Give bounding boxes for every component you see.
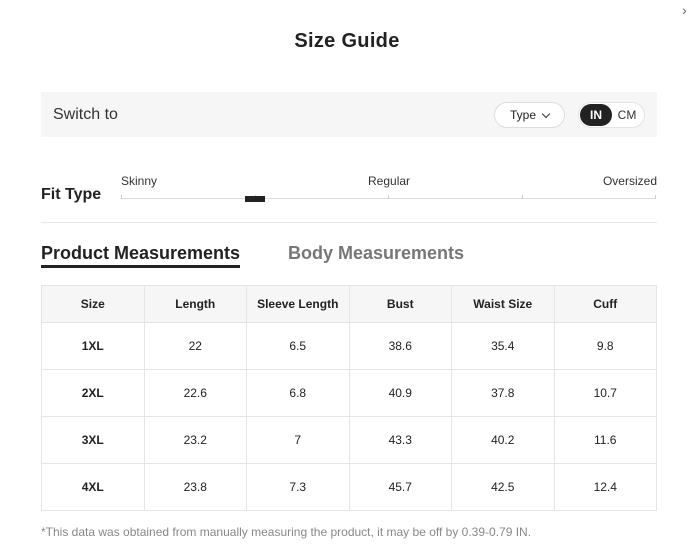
fit-indicator xyxy=(245,196,265,202)
close-icon[interactable]: › xyxy=(682,2,694,18)
table-cell: 43.3 xyxy=(348,416,452,464)
table-cell: 22 xyxy=(143,322,247,370)
table-cell: 6.5 xyxy=(246,322,350,370)
table-row: 2XL 22.6 6.8 40.9 37.8 10.7 xyxy=(41,369,657,417)
column-header: Sleeve Length xyxy=(246,285,350,323)
table-cell: 45.7 xyxy=(348,463,452,511)
fit-skinny-label: Skinny xyxy=(121,174,158,188)
unit-switch-bar: Switch to Type IN CM xyxy=(41,92,657,137)
type-dropdown-button[interactable]: Type xyxy=(494,102,565,128)
size-cell: 1XL xyxy=(41,322,145,370)
page-title: Size Guide xyxy=(294,30,400,52)
measurement-disclaimer: *This data was obtained from manually me… xyxy=(41,525,532,539)
column-header: Length xyxy=(143,285,247,323)
size-cell: 4XL xyxy=(41,463,145,511)
divider xyxy=(41,222,657,223)
fit-tick xyxy=(388,195,389,199)
table-header-row: Size Length Sleeve Length Bust Waist Siz… xyxy=(41,285,657,323)
size-table: Size Length Sleeve Length Bust Waist Siz… xyxy=(41,285,657,511)
table-row: 1XL 22 6.5 38.6 35.4 9.8 xyxy=(41,322,657,370)
table-row: 3XL 23.2 7 43.3 40.2 11.6 xyxy=(41,416,657,464)
table-cell: 11.6 xyxy=(553,416,657,464)
fit-regular-label: Regular xyxy=(368,174,411,188)
tab-body-measurements[interactable]: Body Measurements xyxy=(288,243,464,264)
tab-product-measurements[interactable]: Product Measurements xyxy=(41,243,240,264)
table-cell: 6.8 xyxy=(246,369,350,417)
table-cell: 40.2 xyxy=(451,416,555,464)
active-tab-underline xyxy=(41,265,240,268)
table-row: 4XL 23.8 7.3 45.7 42.5 12.4 xyxy=(41,463,657,511)
column-header: Bust xyxy=(348,285,452,323)
fit-type-label: Fit Type xyxy=(41,186,102,203)
table-cell: 40.9 xyxy=(348,369,452,417)
table-cell: 42.5 xyxy=(451,463,555,511)
fit-tick xyxy=(655,195,656,199)
table-cell: 10.7 xyxy=(553,369,657,417)
column-header: Waist Size xyxy=(451,285,555,323)
table-cell: 23.2 xyxy=(143,416,247,464)
fit-scale-track xyxy=(121,195,656,199)
switch-label: Switch to xyxy=(53,106,118,123)
table-cell: 35.4 xyxy=(451,322,555,370)
fit-tick xyxy=(522,195,523,199)
table-cell: 7.3 xyxy=(246,463,350,511)
table-cell: 23.8 xyxy=(143,463,247,511)
unit-toggle: IN CM xyxy=(578,102,645,128)
fit-tick xyxy=(121,195,122,199)
table-cell: 12.4 xyxy=(553,463,657,511)
column-header: Size xyxy=(41,285,145,323)
type-button-label: Type xyxy=(509,108,536,122)
size-cell: 3XL xyxy=(41,416,145,464)
table-cell: 22.6 xyxy=(143,369,247,417)
size-cell: 2XL xyxy=(41,369,145,417)
table-cell: 7 xyxy=(246,416,350,464)
unit-cm-option[interactable]: CM xyxy=(612,104,642,126)
unit-in-option[interactable]: IN xyxy=(580,104,612,126)
table-cell: 37.8 xyxy=(451,369,555,417)
table-cell: 38.6 xyxy=(348,322,452,370)
fit-oversized-label: Oversized xyxy=(602,174,657,188)
table-cell: 9.8 xyxy=(553,322,657,370)
column-header: Cuff xyxy=(553,285,657,323)
chevron-down-icon xyxy=(541,109,551,118)
